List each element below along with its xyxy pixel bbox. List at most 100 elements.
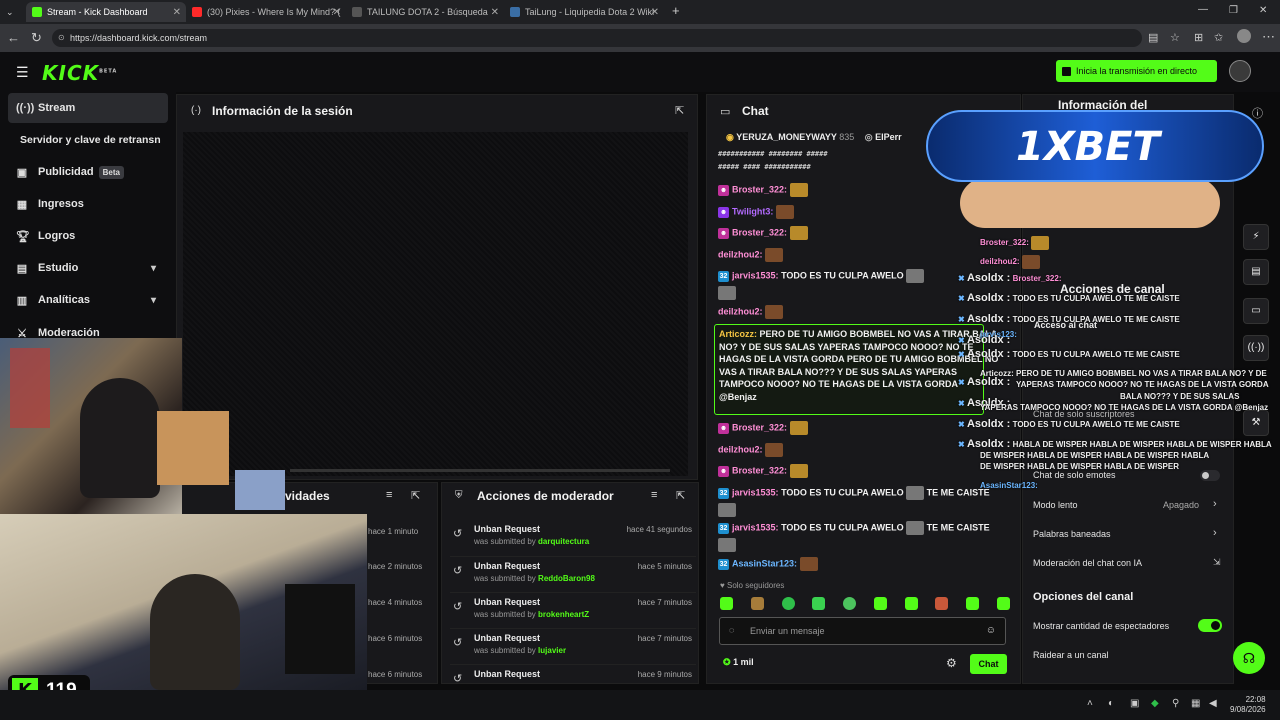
emote-icon[interactable] — [996, 597, 1010, 610]
chat-username[interactable]: Twilight3: — [732, 206, 773, 216]
close-icon[interactable]: ✕ — [651, 7, 659, 18]
sidebar-item-estudio[interactable]: ▤ Estudio ▾ — [8, 253, 168, 283]
volume-icon[interactable]: ◀ — [1209, 698, 1217, 709]
chat-username[interactable]: deilzhou2: — [718, 444, 763, 454]
banned-words-label[interactable]: Palabras baneadas — [1033, 529, 1111, 539]
emote-icon[interactable] — [935, 597, 949, 610]
filter-icon[interactable]: ≡ — [386, 489, 392, 501]
gifter-name[interactable]: YERUZA_MONEYWAYY — [736, 132, 837, 142]
chat-username[interactable]: AsasinStar123: — [732, 558, 797, 568]
hamburger-menu-icon[interactable]: ☰ — [16, 64, 29, 81]
send-chat-button[interactable]: Chat — [970, 654, 1007, 674]
reader-icon[interactable]: ▤ — [1148, 31, 1158, 45]
sidebar-item-stream[interactable]: ((·)) Stream — [8, 93, 168, 123]
close-icon[interactable]: ✕ — [333, 7, 341, 18]
close-icon[interactable]: ✕ — [491, 7, 499, 18]
quick-action-notes-button[interactable]: ▤ — [1243, 259, 1269, 285]
browser-profile-icon[interactable] — [1237, 29, 1251, 43]
quick-action-chat-button[interactable]: ▭ — [1243, 298, 1269, 324]
chevron-right-icon[interactable]: › — [1213, 527, 1217, 539]
emote-icon[interactable] — [873, 597, 887, 610]
help-chat-button[interactable]: ☊ — [1233, 642, 1265, 674]
external-link-icon[interactable]: ⇲ — [1213, 557, 1221, 568]
tray-chevron-icon[interactable]: ˄ — [1087, 698, 1093, 709]
chat-username[interactable]: jarvis1535: — [732, 487, 779, 497]
sidebar-item-publicidad[interactable]: ▣ Publicidad Beta — [8, 157, 168, 187]
tab-search[interactable]: TAILUNG DOTA 2 - Búsqueda ✕ — [346, 2, 504, 22]
action-user[interactable]: darquitectura — [538, 537, 589, 546]
go-live-button[interactable]: Inicia la transmisión en directo — [1056, 60, 1217, 82]
close-window-icon[interactable]: ✕ — [1259, 4, 1267, 18]
app-tray-icon[interactable]: ▣ — [1130, 698, 1139, 709]
moderator-action-row[interactable]: ↺ Unban Request was submitted by brokenh… — [450, 592, 696, 628]
app-tray-icon[interactable]: ◆ — [1151, 698, 1159, 709]
extensions-icon[interactable]: ⊞ — [1194, 31, 1203, 45]
quick-action-broadcast-button[interactable]: ((·)) — [1243, 335, 1269, 361]
raid-channel-label[interactable]: Raidear a un canal — [1033, 650, 1109, 660]
tab-liquipedia[interactable]: TaiLung - Liquipedia Dota 2 Wiki ✕ — [504, 2, 664, 22]
show-viewers-toggle[interactable] — [1198, 619, 1222, 632]
emoji-icon[interactable]: ☺ — [986, 625, 996, 636]
emote-icon[interactable] — [904, 597, 918, 610]
popout-icon[interactable]: ⇱ — [675, 104, 684, 117]
quick-action-tools-button[interactable]: ⚒ — [1243, 410, 1269, 436]
chat-username[interactable]: Broster_322: — [732, 422, 787, 432]
discord-icon[interactable]: ◐ — [1108, 698, 1114, 709]
emote-icon[interactable] — [720, 597, 733, 610]
chevron-right-icon[interactable]: › — [1213, 498, 1217, 510]
action-user[interactable]: ReddoBaron98 — [538, 574, 595, 583]
popout-icon[interactable]: ⇱ — [411, 489, 420, 502]
kick-logo[interactable]: KICKBETA — [42, 61, 117, 85]
slow-mode-label[interactable]: Modo lento — [1033, 500, 1078, 510]
ai-moderation-label[interactable]: Moderación del chat con IA — [1033, 558, 1142, 568]
chat-username[interactable]: Broster_322: — [732, 227, 787, 237]
moderator-action-row[interactable]: ↺ Unban Request was submitted by lujavie… — [450, 628, 696, 664]
chat-username[interactable]: Broster_322: — [732, 465, 787, 475]
chat-settings-icon[interactable]: ⚙ — [946, 656, 957, 670]
sidebar-item-logros[interactable]: 🏆︎ Logros — [8, 221, 168, 251]
moderator-action-row[interactable]: ↺ Unban Request hace 9 minutos — [450, 664, 696, 685]
chat-username[interactable]: Articozz: — [719, 329, 757, 339]
emote-only-toggle[interactable] — [1200, 470, 1220, 481]
moderator-action-row[interactable]: ↺ Unban Request was submitted by ReddoBa… — [450, 556, 696, 592]
minimize-icon[interactable]: — — [1198, 3, 1208, 17]
site-info-icon[interactable]: ⊙ — [58, 29, 65, 47]
emote-icon[interactable] — [750, 597, 764, 610]
emote-icon[interactable] — [843, 597, 857, 610]
tab-search-icon[interactable]: ⌄ — [6, 5, 14, 19]
popout-icon[interactable]: ⇱ — [676, 489, 685, 502]
gifter-name[interactable]: ElPerr — [875, 132, 902, 142]
network-icon[interactable]: ▦ — [1191, 698, 1200, 709]
chat-input[interactable]: ◌ Enviar un mensaje ☺ — [719, 617, 1006, 645]
sidebar-item-ingresos[interactable]: ▦ Ingresos — [8, 189, 168, 219]
emote-icon[interactable] — [812, 597, 826, 610]
maximize-icon[interactable]: ❐ — [1229, 4, 1238, 18]
emote-icon[interactable] — [781, 597, 795, 610]
moderator-action-row[interactable]: ↺ Unban Request was submitted by darquit… — [450, 520, 696, 556]
chat-username[interactable]: deilzhou2: — [718, 306, 763, 316]
filter-icon[interactable]: ≡ — [651, 489, 657, 501]
chat-username[interactable]: deilzhou2: — [718, 249, 763, 259]
sidebar-item-server-key[interactable]: Servidor y clave de retransn — [20, 125, 180, 155]
microphone-icon[interactable]: ⚲ — [1172, 698, 1179, 709]
action-user[interactable]: lujavier — [538, 646, 566, 655]
favorites-icon[interactable]: ✩ — [1214, 31, 1223, 45]
quick-action-flash-button[interactable]: ⚡︎ — [1243, 224, 1269, 250]
tab-stream-kick[interactable]: Stream - Kick Dashboard ✕ — [26, 2, 186, 22]
chat-username[interactable]: Broster_322: — [732, 184, 787, 194]
menu-dots-icon[interactable]: ⋯ — [1262, 30, 1275, 44]
avatar[interactable] — [1229, 60, 1251, 82]
bookmark-star-icon[interactable]: ☆ — [1170, 31, 1180, 45]
address-bar[interactable]: ⊙ https://dashboard.kick.com/stream — [52, 29, 1142, 47]
back-icon[interactable]: ← — [7, 31, 20, 45]
new-tab-icon[interactable]: + — [672, 4, 680, 18]
tab-youtube[interactable]: (30) Pixies - Where Is My Mind? ( ✕ — [186, 2, 346, 22]
clock[interactable]: 22:08 9/08/2026 — [1230, 695, 1266, 715]
chat-username[interactable]: jarvis1535: — [732, 270, 779, 280]
emote-icon[interactable] — [966, 597, 980, 610]
sidebar-item-analiticas[interactable]: ▥ Analíticas ▾ — [8, 285, 168, 315]
reload-icon[interactable]: ↻ — [31, 31, 42, 45]
close-icon[interactable]: ✕ — [173, 7, 181, 18]
chat-username[interactable]: jarvis1535: — [732, 522, 779, 532]
action-user[interactable]: brokenheartZ — [538, 610, 589, 619]
